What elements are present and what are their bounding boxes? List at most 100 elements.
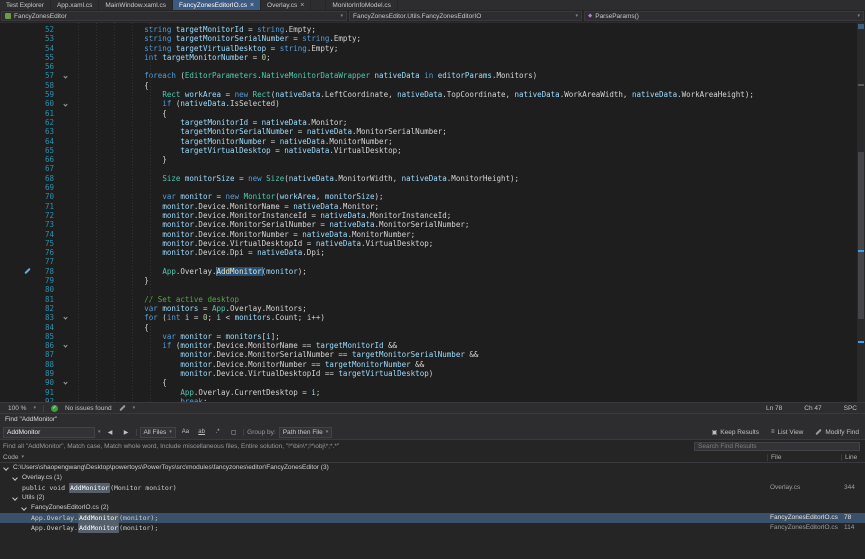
fold-margin[interactable]: [58, 25, 72, 34]
health-check-icon[interactable]: ✓: [51, 405, 58, 412]
fold-margin[interactable]: [58, 202, 72, 211]
line-number[interactable]: 92: [34, 397, 58, 402]
breakpoint-margin[interactable]: [0, 313, 34, 322]
line-number[interactable]: 87: [34, 350, 58, 359]
expand-chevron-icon[interactable]: [12, 495, 18, 501]
fold-margin[interactable]: [58, 332, 72, 341]
line-number[interactable]: 83: [34, 313, 58, 322]
fold-margin[interactable]: [58, 44, 72, 53]
code-line[interactable]: targetMonitorNumber = nativeData.Monitor…: [72, 137, 865, 146]
fold-margin[interactable]: [58, 369, 72, 378]
code-line[interactable]: [72, 285, 865, 294]
code-line[interactable]: monitor.Device.VirtualDesktopId == targe…: [72, 369, 865, 378]
fold-margin[interactable]: [58, 230, 72, 239]
fold-margin[interactable]: [58, 174, 72, 183]
line-number[interactable]: 84: [34, 323, 58, 332]
breakpoint-margin[interactable]: [0, 267, 34, 276]
fold-margin[interactable]: [58, 71, 72, 80]
line-number[interactable]: 68: [34, 174, 58, 183]
line-number[interactable]: 77: [34, 257, 58, 266]
fold-margin[interactable]: [58, 109, 72, 118]
column-header-line[interactable]: Line: [841, 454, 865, 461]
line-number[interactable]: 79: [34, 276, 58, 285]
code-line[interactable]: {: [72, 378, 865, 387]
find-search-input[interactable]: [3, 427, 95, 438]
group-by-dropdown[interactable]: Path then File ▾: [279, 427, 333, 438]
line-number[interactable]: 67: [34, 164, 58, 173]
member-dropdown[interactable]: ◆ ParseParams() ▾: [584, 11, 864, 21]
expand-chevron-icon[interactable]: [3, 465, 9, 471]
code-line[interactable]: {: [72, 323, 865, 332]
code-line[interactable]: [72, 164, 865, 173]
modify-find-button[interactable]: Modify Find: [812, 427, 862, 438]
breakpoint-margin[interactable]: [0, 323, 34, 332]
code-line[interactable]: }: [72, 155, 865, 164]
list-view-button[interactable]: ≡ List View: [768, 427, 806, 438]
preserve-case-toggle[interactable]: ▢: [227, 427, 240, 438]
code-line[interactable]: string targetVirtualDesktop = string.Emp…: [72, 44, 865, 53]
breakpoint-margin[interactable]: [0, 155, 34, 164]
result-row[interactable]: App.Overlay.AddMonitor(monitor);FancyZon…: [0, 513, 865, 523]
result-group-row[interactable]: Overlay.cs (1): [0, 473, 865, 483]
fold-margin[interactable]: [58, 239, 72, 248]
fold-margin[interactable]: [58, 397, 72, 402]
fold-margin[interactable]: [58, 137, 72, 146]
breakpoint-margin[interactable]: [0, 109, 34, 118]
fold-margin[interactable]: [58, 378, 72, 387]
breakpoint-margin[interactable]: [0, 341, 34, 350]
code-line[interactable]: App.Overlay.CurrentDesktop = i;: [72, 388, 865, 397]
tab-overlay-cs[interactable]: Overlay.cs×: [261, 0, 311, 10]
breakpoint-margin[interactable]: [0, 174, 34, 183]
fold-margin[interactable]: [58, 220, 72, 229]
breakpoint-margin[interactable]: [0, 62, 34, 71]
search-results-input[interactable]: [694, 442, 860, 451]
fold-margin[interactable]: [58, 388, 72, 397]
line-number[interactable]: 85: [34, 332, 58, 341]
line-number[interactable]: 89: [34, 369, 58, 378]
code-line[interactable]: monitor.Device.MonitorInstanceId = nativ…: [72, 211, 865, 220]
tab-app-xaml-cs[interactable]: App.xaml.cs: [51, 0, 99, 10]
fold-margin[interactable]: [58, 34, 72, 43]
breakpoint-margin[interactable]: [0, 118, 34, 127]
breakpoint-margin[interactable]: [0, 71, 34, 80]
breakpoint-margin[interactable]: [0, 183, 34, 192]
breakpoint-margin[interactable]: [0, 276, 34, 285]
line-number[interactable]: 54: [34, 44, 58, 53]
breakpoint-margin[interactable]: [0, 388, 34, 397]
project-dropdown[interactable]: FancyZonesEditor ▾: [1, 11, 347, 21]
fold-margin[interactable]: [58, 304, 72, 313]
line-number[interactable]: 82: [34, 304, 58, 313]
code-line[interactable]: targetVirtualDesktop = nativeData.Virtua…: [72, 146, 865, 155]
collapse-chevron-icon[interactable]: [63, 316, 67, 320]
code-line[interactable]: targetMonitorSerialNumber = nativeData.M…: [72, 127, 865, 136]
code-line[interactable]: monitor.Device.MonitorSerialNumber == ta…: [72, 350, 865, 359]
line-number[interactable]: 74: [34, 230, 58, 239]
line-number[interactable]: 64: [34, 137, 58, 146]
line-number[interactable]: 90: [34, 378, 58, 387]
code-line[interactable]: targetMonitorId = nativeData.Monitor;: [72, 118, 865, 127]
breakpoint-margin[interactable]: [0, 146, 34, 155]
breakpoint-margin[interactable]: [0, 304, 34, 313]
fold-margin[interactable]: [58, 323, 72, 332]
fold-margin[interactable]: [58, 211, 72, 220]
breakpoint-margin[interactable]: [0, 220, 34, 229]
results-filter[interactable]: Code ▾: [0, 454, 767, 461]
fold-margin[interactable]: [58, 164, 72, 173]
line-number[interactable]: 86: [34, 341, 58, 350]
line-number[interactable]: 81: [34, 295, 58, 304]
code-line[interactable]: [72, 62, 865, 71]
breakpoint-margin[interactable]: [0, 285, 34, 294]
line-number[interactable]: 52: [34, 25, 58, 34]
code-line[interactable]: break;: [72, 397, 865, 402]
scope-dropdown[interactable]: All Files ▾: [140, 427, 176, 438]
scrollbar-button[interactable]: [858, 24, 864, 29]
fold-margin[interactable]: [58, 295, 72, 304]
find-next-button[interactable]: ▶: [120, 427, 133, 438]
fold-margin[interactable]: [58, 62, 72, 71]
code-line[interactable]: for (int i = 0; i < monitors.Count; i++): [72, 313, 865, 322]
code-line[interactable]: var monitors = App.Overlay.Monitors;: [72, 304, 865, 313]
line-number[interactable]: 61: [34, 109, 58, 118]
fold-margin[interactable]: [58, 285, 72, 294]
collapse-chevron-icon[interactable]: [63, 381, 67, 385]
code-line[interactable]: monitor.Device.Dpi = nativeData.Dpi;: [72, 248, 865, 257]
